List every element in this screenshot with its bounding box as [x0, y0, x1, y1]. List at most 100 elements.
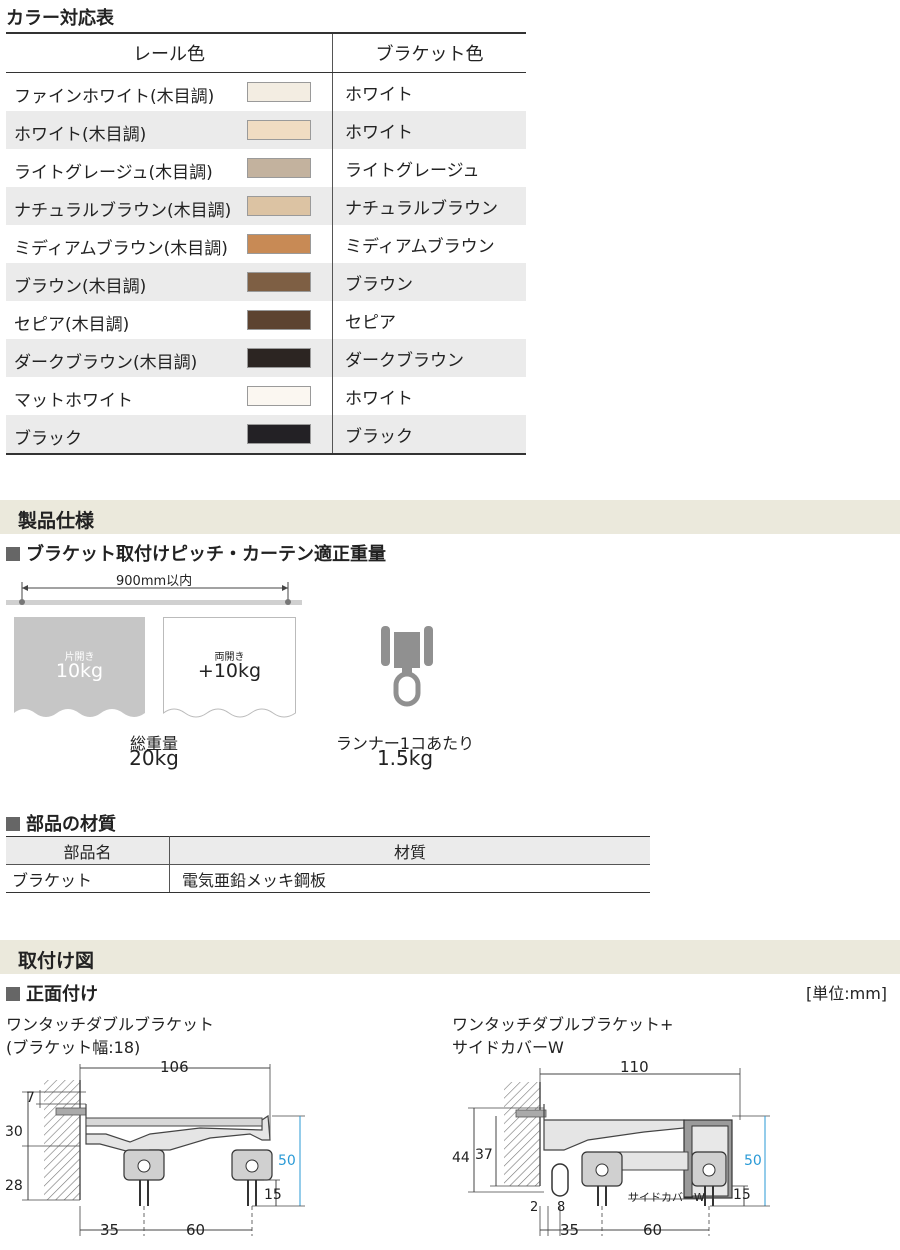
materials-heading: 部品の材質 — [6, 810, 116, 836]
rail-color-cell: ブラウン(木目調) — [6, 263, 333, 301]
left-dim-7: 7 — [26, 1090, 35, 1106]
right-dim-width: 110 — [620, 1058, 649, 1076]
single-value: 10kg — [55, 660, 104, 682]
rail-color-name: ナチュラルブラウン(木目調) — [14, 201, 232, 221]
unit-label: [単位:mm] — [806, 984, 888, 1003]
color-swatch — [247, 310, 311, 330]
right-dim-8: 8 — [557, 1200, 566, 1215]
color-table-title: カラー対応表 — [6, 8, 114, 29]
bracket-color-name: ナチュラルブラウン — [332, 187, 526, 225]
rail-color-cell: ライトグレージュ(木目調) — [6, 149, 333, 187]
left-dim-30: 30 — [5, 1124, 23, 1140]
rail-color-name: ブラウン(木目調) — [14, 277, 147, 297]
color-swatch — [247, 424, 311, 444]
left-bracket-diagram — [22, 1064, 305, 1236]
rail-color-cell: ホワイト(木目調) — [6, 111, 333, 149]
color-swatch — [247, 348, 311, 368]
bracket-color-name: ミディアムブラウン — [345, 236, 495, 257]
color-row: ナチュラルブラウン(木目調) ナチュラルブラウン — [6, 187, 526, 225]
pitch-heading: ブラケット取付けピッチ・カーテン適正重量 — [6, 540, 386, 566]
right-dim-60: 60 — [643, 1221, 663, 1239]
rail-color-name: ブラック — [14, 429, 82, 449]
square-bullet-icon — [6, 547, 20, 561]
right-dim-50: 50 — [744, 1153, 762, 1169]
color-row: ダークブラウン(木目調) ダークブラウン — [6, 339, 526, 377]
side-cover-label: サイドカバーW — [628, 1191, 705, 1204]
materials-table: 部品名 材質 ブラケット 電気亜鉛メッキ鋼板 — [6, 836, 650, 893]
rail-color-name: ホワイト(木目調) — [14, 125, 147, 145]
left-dim-35: 35 — [100, 1221, 120, 1239]
color-row: ブラウン(木目調) ブラウン — [6, 263, 526, 301]
color-swatch — [247, 386, 311, 406]
double-value: +10kg — [197, 660, 262, 682]
section-install-title: 取付け図 — [18, 950, 95, 972]
color-table: レール色 ブラケット色 ファインホワイト(木目調) ホワイト ホワイト(木目調) ホワ… — [6, 32, 526, 455]
bracket-color-name: セピア — [345, 312, 396, 333]
rail-color-cell: ナチュラルブラウン(木目調) — [6, 187, 333, 225]
right-dim-37: 37 — [475, 1147, 493, 1163]
part-name: ブラケット — [6, 864, 170, 893]
color-swatch — [247, 82, 311, 102]
bracket-color-name: ホワイト — [345, 84, 413, 105]
section-spec: 製品仕様 — [0, 500, 900, 534]
right-dim-2: 2 — [530, 1200, 539, 1215]
color-row: ライトグレージュ(木目調) ライトグレージュ — [6, 149, 526, 187]
rail-color-cell: ファインホワイト(木目調) — [6, 72, 333, 111]
color-swatch — [247, 272, 311, 292]
header-part: 部品名 — [6, 836, 170, 865]
right-diagram-subtitle: サイドカバーW — [452, 1038, 564, 1057]
left-diagram-title: ワンタッチダブルブラケット — [6, 1015, 215, 1034]
bracket-color-name: ホワイト — [332, 111, 526, 149]
materials-heading-text: 部品の材質 — [26, 814, 116, 835]
left-dim-width: 106 — [160, 1058, 189, 1076]
square-bullet-icon — [6, 987, 20, 1001]
part-material: 電気亜鉛メッキ鋼板 — [169, 864, 650, 893]
header-rail-color: レール色 — [6, 32, 333, 73]
square-bullet-icon — [6, 817, 20, 831]
color-swatch — [247, 196, 311, 216]
rail-color-cell: ブラック — [6, 415, 333, 455]
color-swatch — [247, 120, 311, 140]
color-row: ミディアムブラウン(木目調) ミディアムブラウン — [6, 225, 526, 263]
header-bracket-color: ブラケット色 — [332, 32, 526, 73]
rail-color-cell: マットホワイト — [6, 377, 333, 415]
section-install: 取付け図 — [0, 940, 900, 974]
bracket-color-name: ダークブラウン — [332, 339, 526, 377]
rail-color-cell: ミディアムブラウン(木目調) — [6, 225, 333, 263]
section-spec-title: 製品仕様 — [18, 510, 95, 532]
color-row: ファインホワイト(木目調) ホワイト — [6, 72, 526, 111]
bracket-color-name: ブラウン — [332, 263, 526, 301]
right-diagram-title: ワンタッチダブルブラケット+ — [452, 1015, 674, 1034]
right-dim-35: 35 — [560, 1221, 580, 1239]
bracket-color-name: ホワイト — [345, 388, 413, 409]
color-row: ブラック ブラック — [6, 415, 526, 455]
rail-color-name: セピア(木目調) — [14, 315, 130, 335]
rail-color-name: ミディアムブラウン(木目調) — [14, 239, 228, 259]
rail-color-name: マットホワイト — [14, 391, 133, 411]
front-heading-text: 正面付け — [26, 984, 98, 1005]
pitch-dimension-line — [6, 582, 302, 605]
color-swatch — [247, 158, 311, 178]
left-dim-28: 28 — [5, 1178, 23, 1194]
rail-color-name: ダークブラウン(木目調) — [14, 353, 198, 373]
right-dim-15: 15 — [733, 1187, 751, 1203]
left-dim-50: 50 — [278, 1153, 296, 1169]
runner-icon — [381, 626, 433, 707]
rail-color-name: ファインホワイト(木目調) — [14, 87, 215, 107]
color-row: マットホワイト ホワイト — [6, 377, 526, 415]
pitch-heading-text: ブラケット取付けピッチ・カーテン適正重量 — [26, 544, 386, 565]
left-dim-60: 60 — [186, 1221, 206, 1239]
rail-color-name: ライトグレージュ(木目調) — [14, 163, 213, 183]
table-row: ブラケット 電気亜鉛メッキ鋼板 — [6, 864, 650, 893]
left-diagram-subtitle: (ブラケット幅:18) — [6, 1038, 141, 1057]
color-row: セピア(木目調) セピア — [6, 301, 526, 339]
color-row: ホワイト(木目調) ホワイト — [6, 111, 526, 149]
header-material: 材質 — [169, 836, 650, 865]
runner-value: 1.5kg — [376, 746, 434, 770]
bracket-color-name: ブラック — [332, 415, 526, 455]
rail-color-cell: ダークブラウン(木目調) — [6, 339, 333, 377]
left-dim-15: 15 — [264, 1187, 282, 1203]
total-value: 20kg — [129, 746, 179, 770]
rail-color-cell: セピア(木目調) — [6, 301, 333, 339]
bracket-color-name: ライトグレージュ — [345, 160, 480, 181]
